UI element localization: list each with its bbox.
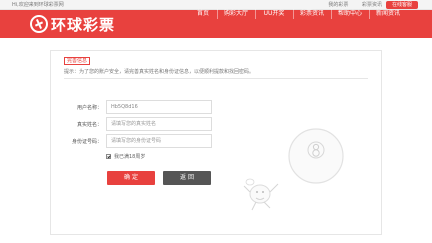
username-label: 用户名称： bbox=[76, 105, 102, 111]
billiard-ball-icon bbox=[288, 128, 344, 184]
welcome-text: Hi,欢迎来到环球彩票网 bbox=[12, 2, 64, 8]
age-checkbox-label: 我已满18周岁 bbox=[114, 154, 146, 160]
logo-icon bbox=[30, 15, 48, 33]
confirm-button[interactable]: 确 定 bbox=[107, 171, 155, 185]
nav-lottery-news[interactable]: 彩票资讯 bbox=[294, 0, 330, 28]
section-badge: 完善信息 bbox=[64, 57, 91, 65]
realname-input[interactable]: 请填写您的真实姓名 bbox=[106, 117, 212, 131]
nav-help-center[interactable]: 帮助中心 bbox=[332, 0, 368, 28]
age-agreement[interactable]: 我已满18周岁 bbox=[106, 153, 145, 160]
logo-text: 环球彩票 bbox=[51, 15, 116, 34]
age-checkbox[interactable] bbox=[106, 154, 111, 159]
nav-lottery-hall[interactable]: 购彩大厅 bbox=[218, 0, 254, 28]
mascot-illustration bbox=[243, 128, 344, 211]
nav-home[interactable]: 首页 bbox=[190, 0, 216, 28]
cartoon-character-icon bbox=[243, 178, 279, 211]
idcard-input[interactable]: 请填写您的身份证号码 bbox=[106, 134, 212, 148]
nav-news[interactable]: 新闻资讯 bbox=[370, 0, 406, 28]
tip-text: 提示：为了您的账户安全，请完善真实姓名和身份证信息，以便顺利提款和找回密码。 bbox=[64, 69, 255, 75]
username-field[interactable]: Hb5Q8d16 bbox=[106, 100, 212, 114]
nav-uu-draw[interactable]: UU开奖 bbox=[256, 0, 292, 28]
back-button[interactable]: 返 回 bbox=[163, 171, 211, 185]
logo[interactable]: 环球彩票 bbox=[30, 13, 115, 35]
idcard-label: 身份证号码： bbox=[71, 139, 102, 145]
realname-label: 真实姓名： bbox=[76, 122, 102, 128]
divider bbox=[64, 78, 368, 79]
